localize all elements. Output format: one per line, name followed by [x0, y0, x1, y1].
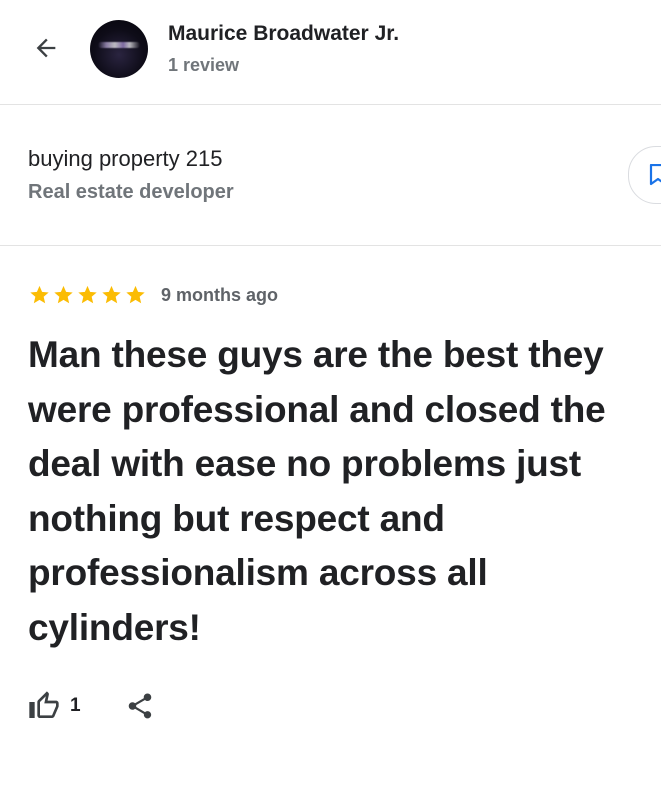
- star-icon: [102, 285, 121, 304]
- review-time: 9 months ago: [161, 284, 279, 305]
- review-text: Man these guys are the best they were pr…: [28, 334, 606, 648]
- reviewer-review-count: 1 review: [168, 55, 240, 75]
- header-divider: [0, 104, 661, 105]
- save-button[interactable]: [628, 146, 661, 204]
- like-button[interactable]: 1: [28, 690, 81, 722]
- rating-row: 9 months ago: [28, 284, 278, 306]
- thumbs-up-icon: [29, 691, 59, 718]
- business-category: Real estate developer: [28, 181, 234, 203]
- avatar-image-detail: [98, 42, 140, 48]
- review-actions: 1: [28, 690, 155, 722]
- arrow-left-icon: [36, 38, 56, 58]
- bookmark-icon: [649, 164, 661, 186]
- share-button[interactable]: [125, 691, 155, 721]
- business-divider: [0, 245, 661, 246]
- star-icon: [54, 285, 73, 304]
- star-rating: [28, 284, 147, 306]
- star-icon: [78, 285, 97, 304]
- business-name[interactable]: buying property 215: [28, 146, 222, 172]
- like-count: 1: [70, 695, 81, 716]
- reviewer-avatar[interactable]: [90, 20, 148, 78]
- star-icon: [30, 285, 49, 304]
- reviewer-name[interactable]: Maurice Broadwater Jr.: [168, 22, 399, 46]
- share-icon: [128, 693, 151, 719]
- back-button[interactable]: [28, 30, 64, 66]
- star-icon: [126, 285, 145, 304]
- review-header: Maurice Broadwater Jr. 1 review: [0, 0, 661, 104]
